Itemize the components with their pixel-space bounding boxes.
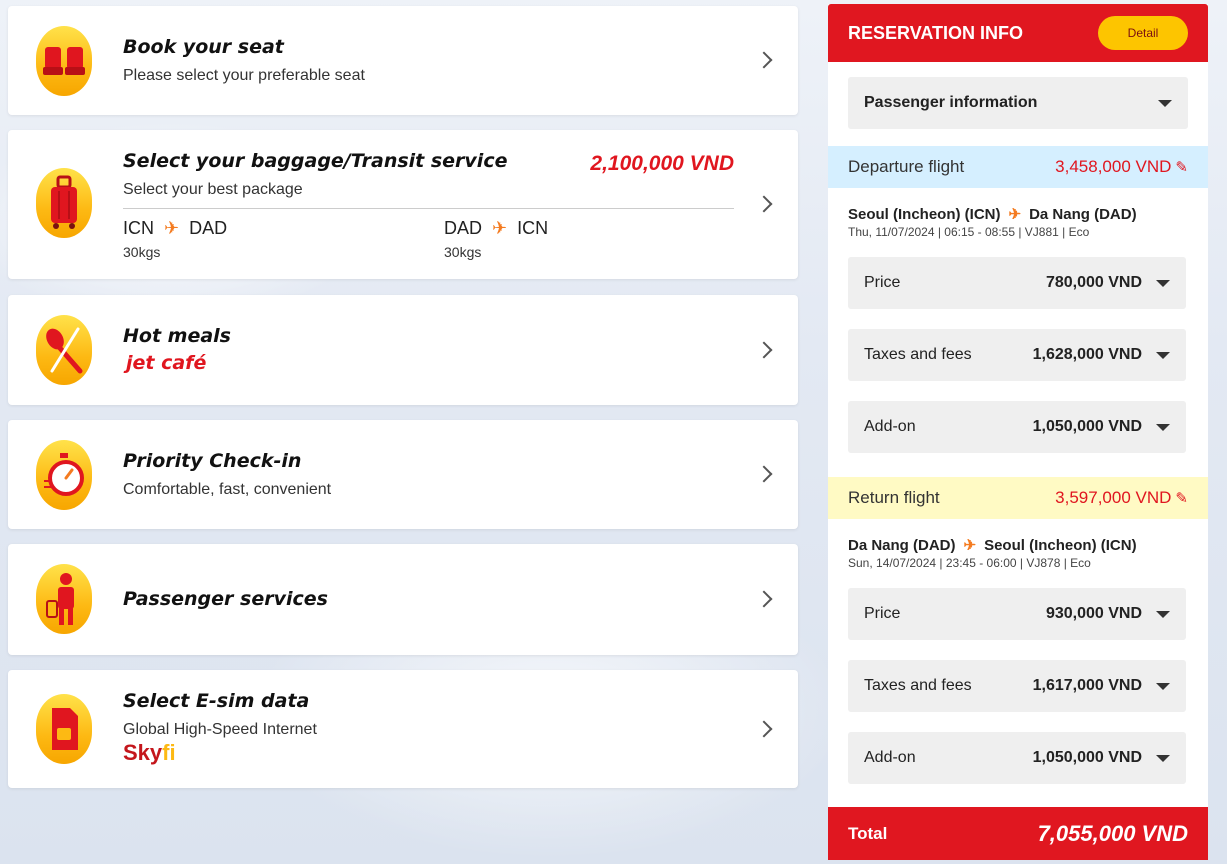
skyfi-logo-sky: Sky	[123, 740, 163, 765]
service-title: Priority Check-in	[123, 450, 302, 472]
service-title: Passenger services	[123, 588, 328, 610]
plane-icon: ✈	[492, 218, 508, 238]
caret-down-icon	[1156, 423, 1170, 431]
leg-from: ICN	[123, 218, 154, 238]
leg-from: DAD	[444, 218, 483, 238]
skyfi-logo: Skyfi	[123, 740, 176, 766]
reservation-panel: RESERVATION INFO Detail Passenger inform…	[828, 4, 1208, 860]
plane-icon: ✈	[164, 218, 180, 238]
departure-route: Seoul (Incheon) (ICN) ✈ Da Nang (DAD)	[848, 205, 1137, 224]
passenger-icon	[36, 564, 92, 634]
row-label: Price	[864, 605, 901, 622]
plane-icon: ✈	[963, 537, 977, 554]
return-meta: Sun, 14/07/2024 | 23:45 - 06:00 | VJ878 …	[848, 556, 1091, 570]
departure-addon-row[interactable]: Add-on 1,050,000 VND	[848, 401, 1186, 453]
service-title: Book your seat	[123, 36, 284, 58]
leg-to: DAD	[189, 218, 228, 238]
edit-icon[interactable]: ✎	[1175, 489, 1188, 507]
route-from: Da Nang (DAD)	[848, 536, 956, 554]
baggage-leg-return: DAD ✈ ICN	[444, 218, 548, 239]
divider	[123, 208, 734, 209]
departure-amount: 3,458,000 VND ✎	[1055, 157, 1188, 177]
row-label: Price	[864, 274, 901, 291]
chevron-right-icon	[755, 195, 773, 213]
row-label: Add-on	[864, 749, 916, 766]
row-value: 1,050,000 VND	[1032, 749, 1142, 766]
baggage-price: 2,100,000 VND	[590, 152, 734, 175]
service-title: Select E-sim data	[123, 690, 310, 712]
total-label: Total	[848, 823, 888, 843]
chevron-right-icon	[755, 465, 773, 483]
departure-meta: Thu, 11/07/2024 | 06:15 - 08:55 | VJ881 …	[848, 225, 1090, 239]
return-band: Return flight 3,597,000 VND ✎	[828, 477, 1208, 519]
row-value: 1,050,000 VND	[1032, 418, 1142, 435]
stopwatch-icon	[36, 440, 92, 510]
departure-amount-value: 3,458,000 VND	[1055, 157, 1172, 176]
caret-down-icon	[1156, 279, 1170, 287]
chevron-right-icon	[755, 590, 773, 608]
total-value: 7,055,000 VND	[1037, 820, 1188, 846]
baggage-leg-outbound: ICN ✈ DAD	[123, 218, 227, 239]
service-card-passenger-services[interactable]: Passenger services	[8, 544, 798, 655]
reservation-header: RESERVATION INFO Detail	[828, 4, 1208, 62]
service-subtitle: Select your best package	[123, 181, 303, 198]
caret-down-icon	[1156, 754, 1170, 762]
return-route: Da Nang (DAD) ✈ Seoul (Incheon) (ICN)	[848, 536, 1137, 555]
caret-down-icon	[1156, 351, 1170, 359]
service-subtitle: Comfortable, fast, convenient	[123, 481, 332, 498]
return-addon-row[interactable]: Add-on 1,050,000 VND	[848, 732, 1186, 784]
row-value: 930,000 VND	[1045, 605, 1142, 622]
reservation-title: RESERVATION INFO	[848, 22, 1024, 43]
service-card-priority-checkin[interactable]: Priority Check-in Comfortable, fast, con…	[8, 420, 798, 529]
row-label: Add-on	[864, 418, 916, 435]
luggage-icon	[36, 168, 92, 238]
sim-card-icon	[36, 694, 92, 764]
chevron-right-icon	[755, 720, 773, 738]
caret-down-icon	[1158, 99, 1172, 107]
service-subtitle: Please select your preferable seat	[123, 67, 365, 84]
departure-label: Departure flight	[848, 157, 965, 176]
service-title: Select your baggage/Transit service	[123, 150, 508, 172]
caret-down-icon	[1156, 682, 1170, 690]
return-label: Return flight	[848, 488, 940, 507]
jet-cafe-logo: jet café	[126, 352, 207, 374]
row-value: 780,000 VND	[1045, 274, 1142, 291]
route-to: Seoul (Incheon) (ICN)	[984, 536, 1137, 554]
edit-icon[interactable]: ✎	[1175, 158, 1188, 176]
skyfi-logo-fi: fi	[162, 740, 176, 765]
return-taxes-row[interactable]: Taxes and fees 1,617,000 VND	[848, 660, 1186, 712]
departure-taxes-row[interactable]: Taxes and fees 1,628,000 VND	[848, 329, 1186, 381]
leg-weight: 30kgs	[123, 244, 161, 260]
departure-band: Departure flight 3,458,000 VND ✎	[828, 146, 1208, 188]
service-subtitle: Global High-Speed Internet	[123, 721, 317, 738]
service-card-meals[interactable]: Hot meals jet café	[8, 295, 798, 405]
service-card-seat[interactable]: Book your seat Please select your prefer…	[8, 6, 798, 115]
return-price-row[interactable]: Price 930,000 VND	[848, 588, 1186, 640]
leg-to: ICN	[517, 218, 549, 238]
total-bar: Total 7,055,000 VND	[828, 807, 1208, 860]
row-value: 1,628,000 VND	[1032, 346, 1142, 363]
spoon-fork-icon	[36, 315, 92, 385]
passenger-info-label: Passenger information	[864, 94, 1038, 111]
caret-down-icon	[1156, 610, 1170, 618]
route-from: Seoul (Incheon) (ICN)	[848, 205, 1001, 223]
row-value: 1,617,000 VND	[1032, 677, 1142, 694]
row-label: Taxes and fees	[864, 677, 972, 694]
return-amount-value: 3,597,000 VND	[1055, 488, 1172, 507]
seat-icon	[36, 26, 92, 96]
leg-weight: 30kgs	[444, 244, 482, 260]
service-title: Hot meals	[123, 325, 231, 347]
return-amount: 3,597,000 VND ✎	[1055, 488, 1188, 508]
row-label: Taxes and fees	[864, 346, 972, 363]
chevron-right-icon	[755, 341, 773, 359]
service-card-esim[interactable]: Select E-sim data Global High-Speed Inte…	[8, 670, 798, 788]
detail-button[interactable]: Detail	[1098, 16, 1188, 50]
passenger-info-dropdown[interactable]: Passenger information	[848, 77, 1188, 129]
plane-icon: ✈	[1008, 206, 1022, 223]
chevron-right-icon	[755, 51, 773, 69]
route-to: Da Nang (DAD)	[1029, 205, 1137, 223]
departure-price-row[interactable]: Price 780,000 VND	[848, 257, 1186, 309]
service-card-baggage[interactable]: Select your baggage/Transit service 2,10…	[8, 130, 798, 279]
